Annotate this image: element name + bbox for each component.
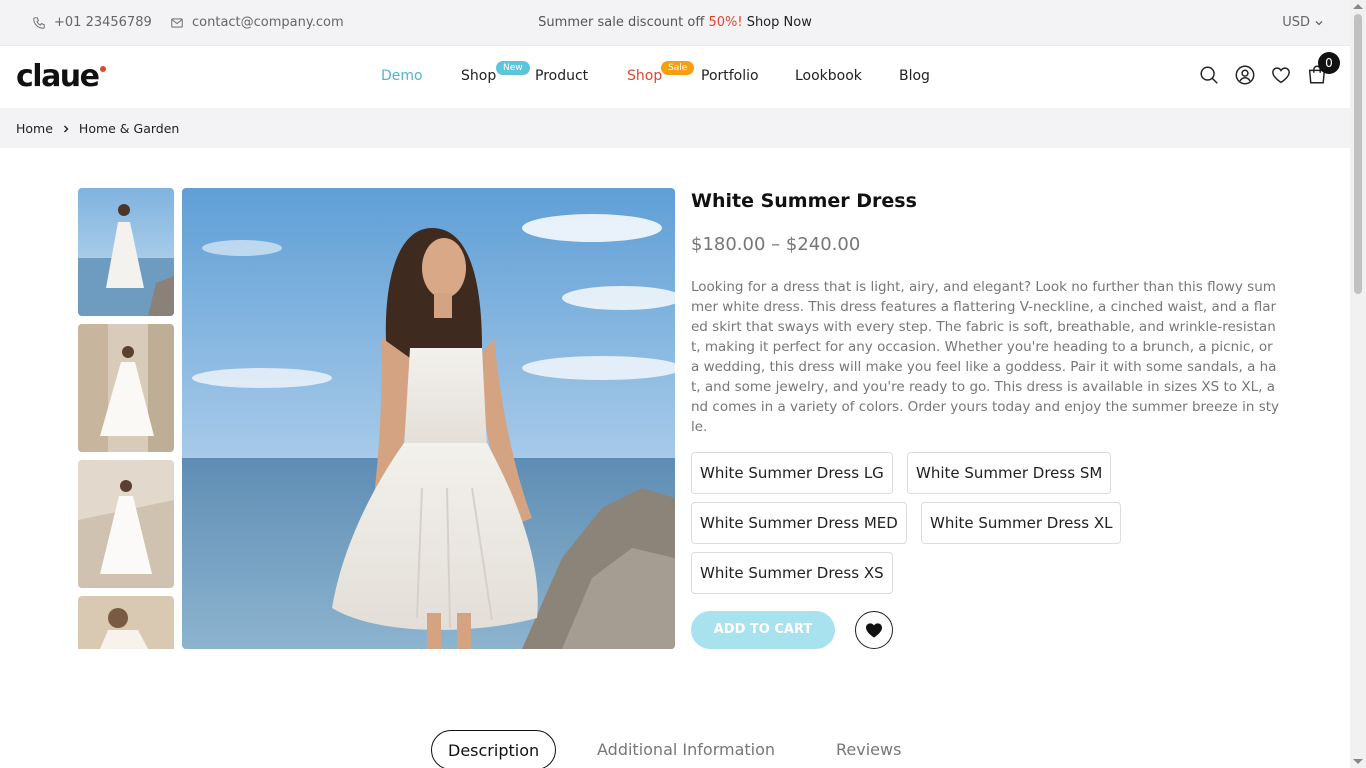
heart-icon[interactable] [1270,64,1292,86]
user-icon[interactable] [1234,64,1256,86]
chevron-down-icon [1315,20,1323,25]
logo[interactable]: claue [16,60,106,94]
phone-contact[interactable]: +01 23456789 [32,15,152,30]
sale-badge: Sale [661,61,695,75]
breadcrumb-home[interactable]: Home [16,121,53,136]
email-address: contact@company.com [192,15,344,30]
product-price: $180.00 – $240.00 [691,234,861,255]
phone-number: +01 23456789 [54,15,152,30]
main-header: claue Demo Shop New Product Shop Sale Po… [0,46,1350,108]
heart-filled-icon [865,623,883,638]
product-description: Looking for a dress that is light, airy,… [691,279,1280,435]
variant-xs[interactable]: White Summer Dress XS [691,552,893,594]
nav-blog[interactable]: Blog [899,68,930,84]
variant-med[interactable]: White Summer Dress MED [691,502,907,544]
nav-shop-sale[interactable]: Shop [627,68,662,84]
variant-lg[interactable]: White Summer Dress LG [691,452,893,494]
nav-demo[interactable]: Demo [381,68,423,84]
nav-portfolio[interactable]: Portfolio [701,68,759,84]
cart-button[interactable]: 0 [1306,52,1340,86]
page-scrollbar[interactable] [1350,0,1366,768]
tab-additional-information[interactable]: Additional Information [597,730,775,768]
product-main-image[interactable] [182,188,675,649]
cart-count-badge: 0 [1318,52,1340,74]
shop-now-link[interactable]: Shop Now [747,15,812,30]
logo-text: claue [16,59,100,94]
currency-selector[interactable]: USD [1282,15,1324,30]
phone-icon [33,16,45,29]
new-badge: New [496,61,530,75]
header-actions: 0 [1198,52,1340,86]
wishlist-button[interactable] [855,611,893,649]
tab-description[interactable]: Description [431,730,557,768]
promo-percent: 50%! [708,15,743,30]
breadcrumb-bar: Home Home & Garden [0,108,1350,148]
add-to-cart-button[interactable]: ADD TO CART [691,611,835,649]
mail-icon [171,17,183,28]
variant-xl[interactable]: White Summer Dress XL [921,502,1122,544]
logo-dot [99,66,106,72]
email-contact[interactable]: contact@company.com [170,15,344,30]
scrollbar-thumb[interactable] [1354,14,1362,294]
currency-label: USD [1282,15,1310,30]
product-thumbnail-1[interactable] [78,188,174,316]
nav-product[interactable]: Product [535,68,588,84]
top-bar: +01 23456789 contact@company.com Summer … [0,0,1350,46]
product-thumbnail-4[interactable] [78,596,174,649]
scroll-down-arrow-icon[interactable] [1353,759,1363,764]
nav-lookbook[interactable]: Lookbook [795,68,862,84]
product-thumbnail-3[interactable] [78,460,174,588]
chevron-right-icon [63,125,69,132]
nav-shop[interactable]: Shop [461,68,496,84]
breadcrumb-current: Home & Garden [78,121,180,136]
scroll-up-arrow-icon[interactable] [1353,4,1363,9]
search-icon[interactable] [1198,64,1220,86]
tab-reviews[interactable]: Reviews [836,730,901,768]
variant-sm[interactable]: White Summer Dress SM [907,452,1112,494]
breadcrumb: Home Home & Garden [16,121,179,136]
product-title: White Summer Dress [691,190,917,212]
product-thumbnail-2[interactable] [78,324,174,452]
promo-text: Summer sale discount off [538,15,709,30]
